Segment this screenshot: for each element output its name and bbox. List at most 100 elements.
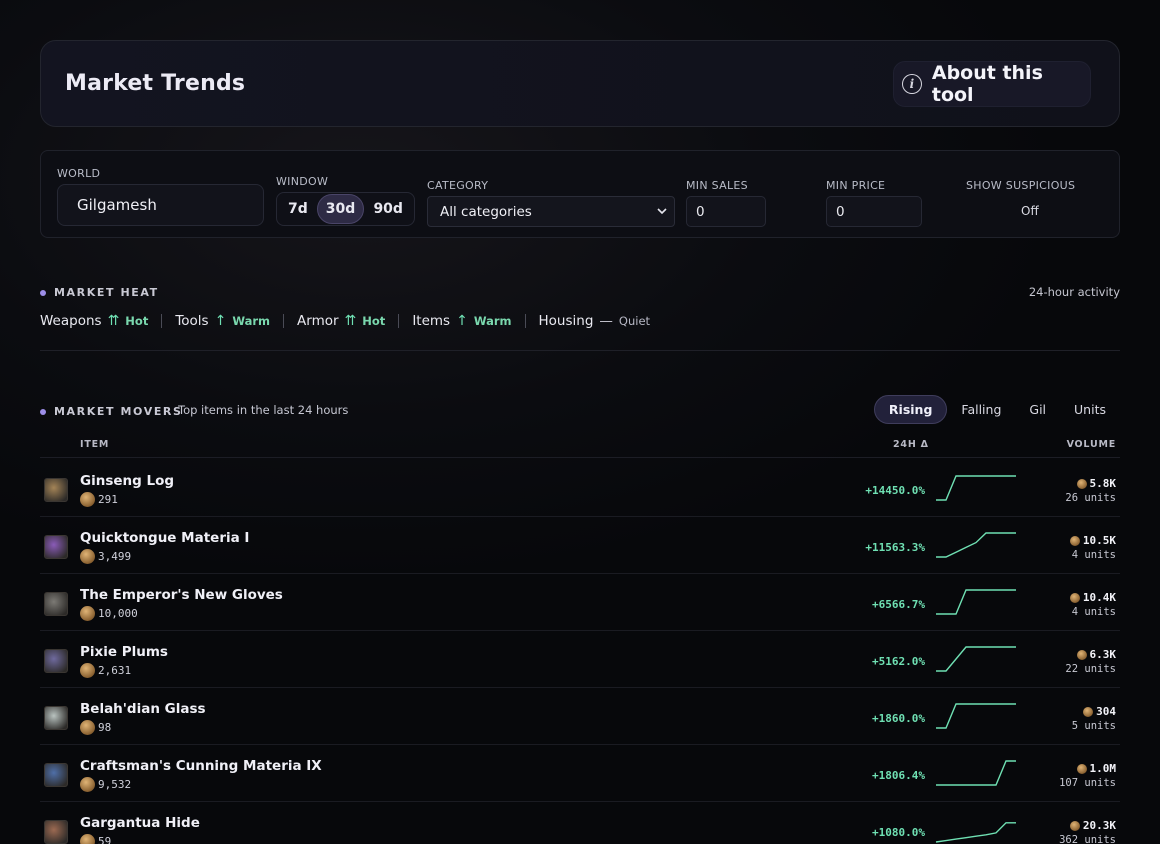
trend-sparkline (936, 475, 1016, 501)
separator (161, 314, 163, 328)
item-price: 2,631 (80, 663, 131, 678)
item-price: 291 (80, 492, 118, 507)
delta-value: +11563.3% (865, 541, 925, 554)
tab-rising[interactable]: Rising (873, 395, 948, 424)
delta-value: +1806.4% (872, 769, 925, 782)
filters-panel: WORLD Gilgamesh WINDOW 7d 30d 90d CATEGO… (40, 150, 1120, 238)
volume-value: 6.3K (1076, 648, 1116, 661)
heat-item-weapons[interactable]: Weapons ⇈ Hot (40, 313, 148, 329)
table-row[interactable]: Belah'dian Glass 98 +1860.0% 304 5 units (40, 688, 1120, 745)
heat-item-armor[interactable]: Armor ⇈ Hot (297, 313, 385, 329)
units-value: 4 units (1071, 549, 1116, 561)
item-price-value: 10,000 (98, 607, 138, 620)
heat-item-housing[interactable]: Housing — Quiet (539, 313, 651, 329)
table-row[interactable]: Gargantua Hide 59 +1080.0% 20.3K 362 units (40, 802, 1120, 844)
gil-coin-icon (1069, 592, 1080, 603)
gil-coin-icon (1069, 535, 1080, 546)
show-suspicious-toggle[interactable]: Off (1021, 204, 1039, 218)
min-sales-field[interactable]: 0 (686, 196, 766, 227)
table-row[interactable]: The Emperor's New Gloves 10,000 +6566.7% 10… (40, 574, 1120, 631)
heat-category: Armor (297, 313, 339, 329)
up-arrow-icon: ↑ (456, 313, 468, 329)
plum-icon (44, 649, 68, 673)
volume-amount: 10.5K (1082, 534, 1116, 547)
double-up-arrow-icon: ⇈ (107, 313, 120, 329)
delta-value: +6566.7% (872, 598, 925, 611)
heat-status: Warm (473, 314, 512, 328)
min-price-field[interactable]: 0 (826, 196, 922, 227)
page-title: Market Trends (65, 71, 246, 96)
item-name: The Emperor's New Gloves (80, 587, 283, 603)
separator (524, 314, 526, 328)
world-field[interactable]: Gilgamesh (57, 184, 264, 226)
volume-amount: 1.0M (1089, 762, 1117, 775)
materia-icon (44, 763, 68, 787)
table-row[interactable]: Pixie Plums 2,631 +5162.0% 6.3K 22 units (40, 631, 1120, 688)
sparkline-path (936, 646, 1016, 672)
delta-value: +1860.0% (872, 712, 925, 725)
table-row[interactable]: Quicktongue Materia I 3,499 +11563.3% 10.5K… (40, 517, 1120, 574)
market-heat-heading: MARKET HEAT (40, 286, 159, 299)
item-price-value: 3,499 (98, 550, 132, 563)
separator (283, 314, 285, 328)
min-sales-label: MIN SALES (686, 179, 748, 192)
window-option-90d[interactable]: 90d (364, 194, 412, 224)
window-label: WINDOW (276, 175, 329, 188)
column-header-volume: VOLUME (1066, 439, 1116, 450)
gil-coin-icon (1076, 763, 1087, 774)
volume-value: 10.4K (1069, 591, 1116, 604)
info-icon: i (902, 74, 922, 94)
window-option-7d[interactable]: 7d (279, 194, 317, 224)
mover-tabs: Rising Falling Gil Units (873, 395, 1120, 424)
window-option-30d[interactable]: 30d (316, 194, 365, 224)
volume-value: 5.8K (1076, 477, 1116, 490)
show-suspicious-label: SHOW SUSPICIOUS (966, 179, 1076, 192)
materia-icon (44, 535, 68, 559)
heat-status: Hot (125, 314, 149, 328)
units-value: 4 units (1071, 606, 1116, 618)
trend-sparkline (936, 760, 1016, 786)
volume-value: 304 (1083, 705, 1116, 718)
gil-coin-icon (80, 492, 95, 507)
sparkline-path (936, 760, 1016, 786)
heat-item-tools[interactable]: Tools ↑ Warm (175, 313, 270, 329)
item-name: Pixie Plums (80, 644, 168, 660)
market-heat-title: MARKET HEAT (54, 286, 159, 299)
heat-category: Tools (175, 313, 209, 329)
tab-units[interactable]: Units (1060, 395, 1120, 424)
item-price-value: 291 (98, 493, 118, 506)
delta-value: +5162.0% (872, 655, 925, 668)
glass-icon (44, 706, 68, 730)
heat-status: Hot (362, 314, 386, 328)
trend-sparkline (935, 822, 1016, 843)
item-name: Craftsman's Cunning Materia IX (80, 758, 322, 774)
heat-item-items[interactable]: Items ↑ Warm (412, 313, 511, 329)
tab-falling[interactable]: Falling (947, 395, 1015, 424)
table-row[interactable]: Craftsman's Cunning Materia IX 9,532 +1806… (40, 745, 1120, 802)
gloves-icon (44, 592, 68, 616)
tab-gil[interactable]: Gil (1015, 395, 1060, 424)
heat-category: Items (412, 313, 451, 329)
item-name: Gargantua Hide (80, 815, 200, 831)
gil-coin-icon (1076, 649, 1087, 660)
double-up-arrow-icon: ⇈ (344, 313, 357, 329)
bullet-dot-icon (40, 289, 46, 296)
item-price: 10,000 (80, 606, 138, 621)
delta-value: +14450.0% (865, 484, 925, 497)
item-price: 3,499 (80, 549, 131, 564)
table-row[interactable]: Ginseng Log 291 +14450.0% 5.8K 26 units (40, 460, 1120, 517)
world-label: WORLD (57, 167, 101, 180)
item-price: 9,532 (80, 777, 131, 792)
trend-sparkline (936, 703, 1016, 729)
column-header-delta: 24H Δ (893, 439, 929, 450)
min-price-label: MIN PRICE (826, 179, 886, 192)
gil-coin-icon (1083, 706, 1094, 717)
item-name: Ginseng Log (80, 473, 175, 489)
category-select[interactable]: All categories (427, 196, 675, 227)
about-button[interactable]: i About this tool (893, 61, 1091, 107)
sparkline-path (935, 822, 1016, 843)
volume-value: 1.0M (1076, 762, 1117, 775)
units-value: 22 units (1065, 663, 1116, 675)
section-divider (40, 350, 1120, 351)
volume-amount: 10.4K (1082, 591, 1116, 604)
